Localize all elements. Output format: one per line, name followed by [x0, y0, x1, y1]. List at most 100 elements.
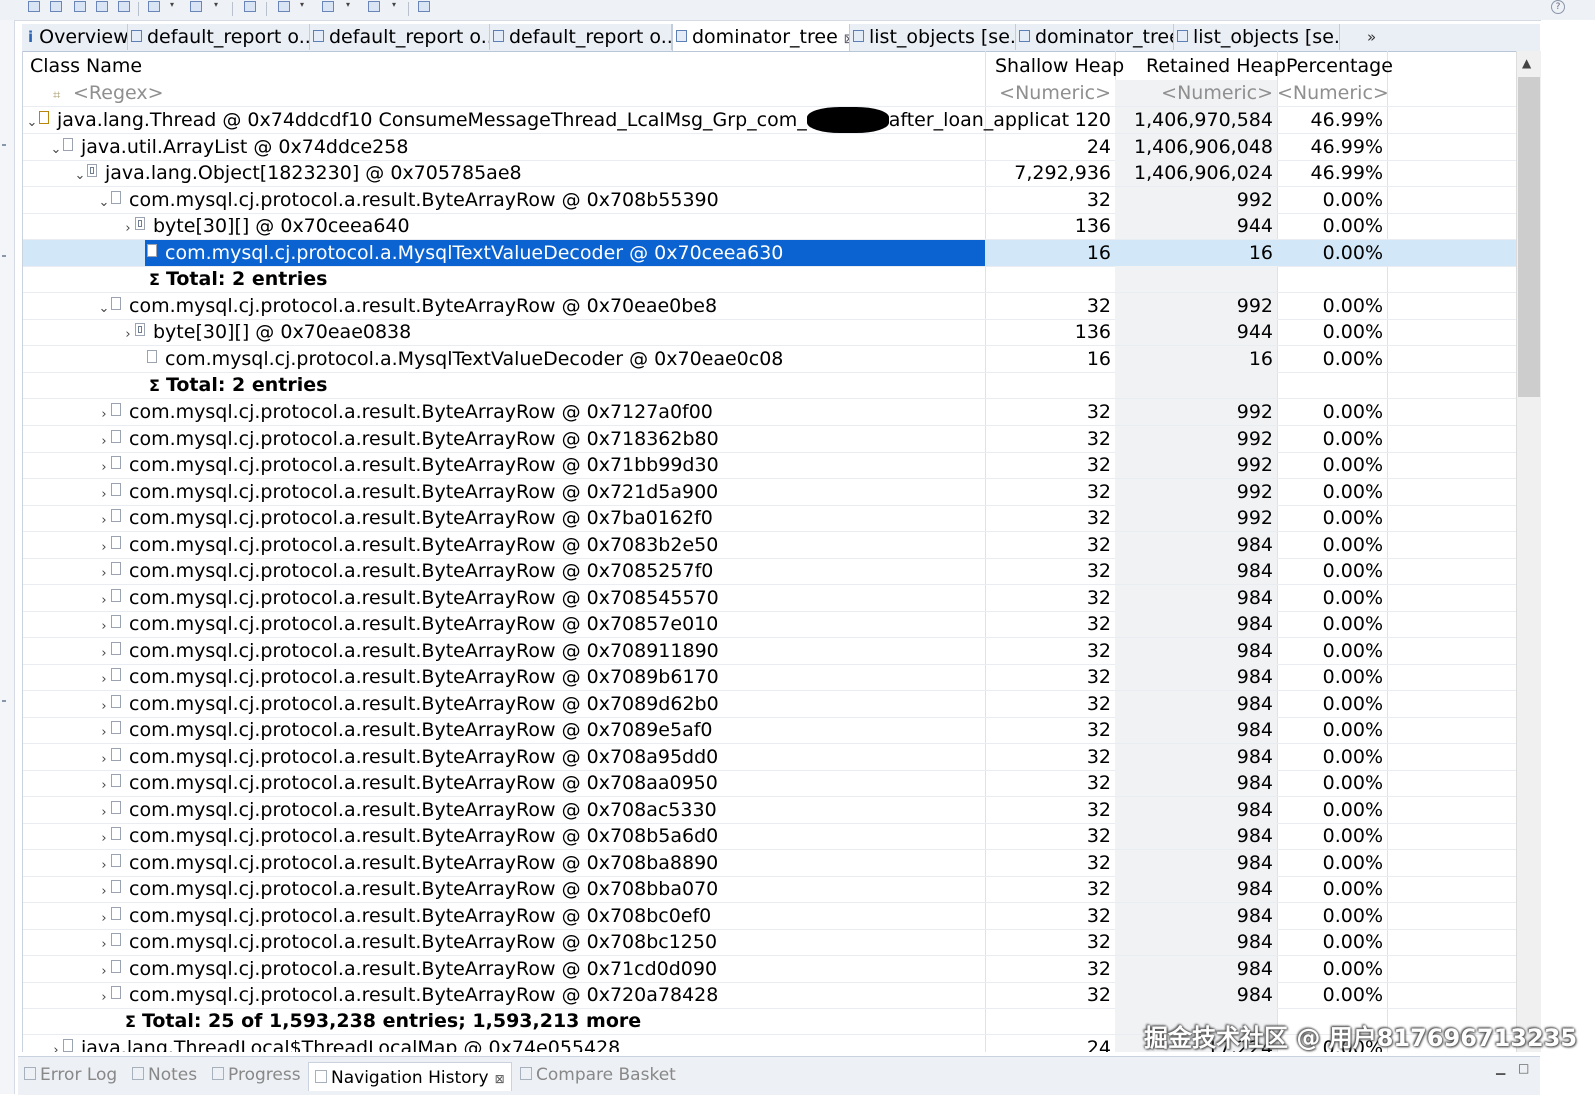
chevron-right-icon[interactable]: ›: [97, 641, 111, 664]
table-row[interactable]: › com.mysql.cj.protocol.a.result.ByteArra…: [23, 664, 1519, 691]
dominator-toolbar-icon[interactable]: [74, 1, 86, 12]
table-row[interactable]: › byte[30][] @ 0x70eae0838 136 944 0.00%: [23, 319, 1519, 346]
table-row[interactable]: ⌄ java.lang.Thread @ 0x74ddcdf10 ConsumeM…: [23, 107, 1519, 134]
table-row[interactable]: › com.mysql.cj.protocol.a.result.ByteArra…: [23, 717, 1519, 744]
tab-compare-basket[interactable]: Compare Basket: [520, 1065, 676, 1085]
table-row[interactable]: › com.mysql.cj.protocol.a.result.ByteArra…: [23, 982, 1519, 1009]
report-toolbar-icon[interactable]: [148, 1, 160, 12]
chevron-right-icon[interactable]: ›: [49, 1038, 63, 1052]
vertical-scrollbar[interactable]: ▲: [1516, 51, 1541, 1052]
chevron-right-icon[interactable]: ›: [97, 588, 111, 611]
chevron-right-icon[interactable]: ›: [97, 932, 111, 955]
tab-default-report-3[interactable]: default_report o...: [490, 24, 672, 50]
scrollbar-thumb[interactable]: [1518, 77, 1540, 397]
more-tabs-icon[interactable]: »: [1367, 24, 1376, 50]
chevron-right-icon[interactable]: ›: [97, 508, 111, 531]
tab-list-objects-2[interactable]: list_objects [se...: [1174, 24, 1340, 50]
chevron-right-icon[interactable]: ›: [97, 906, 111, 929]
chevron-right-icon[interactable]: ›: [97, 879, 111, 902]
table-row[interactable]: › com.mysql.cj.protocol.a.result.ByteArra…: [23, 903, 1519, 930]
tab-error-log[interactable]: Error Log: [24, 1065, 117, 1085]
tab-dominator-tree-active[interactable]: dominator_tree⊠: [672, 24, 850, 51]
table-row[interactable]: › com.mysql.cj.protocol.a.result.ByteArra…: [23, 876, 1519, 903]
header-retained-heap[interactable]: Retained Heap: [1146, 51, 1286, 79]
header-class-name[interactable]: Class Name: [30, 51, 142, 79]
shallow-filter-input[interactable]: <Numeric>: [985, 80, 1115, 106]
tab-default-report-1[interactable]: default_report o...: [128, 24, 310, 50]
table-row[interactable]: › com.mysql.cj.protocol.a.result.ByteArra…: [23, 452, 1519, 479]
calculate-toolbar-icon[interactable]: [322, 1, 334, 12]
tab-notes[interactable]: Notes: [132, 1065, 197, 1085]
chevron-right-icon[interactable]: ›: [97, 694, 111, 717]
dropdown-arrow-icon[interactable]: ▾: [346, 0, 350, 9]
chevron-right-icon[interactable]: ›: [97, 747, 111, 770]
table-row[interactable]: › com.mysql.cj.protocol.a.result.ByteArra…: [23, 558, 1519, 585]
dropdown-arrow-icon[interactable]: ▾: [170, 0, 174, 9]
table-row[interactable]: ⌄ com.mysql.cj.protocol.a.result.ByteArra…: [23, 187, 1519, 214]
search-toolbar-icon[interactable]: [244, 1, 256, 12]
chevron-right-icon[interactable]: ›: [97, 429, 111, 452]
maximize-icon[interactable]: □: [1518, 1061, 1529, 1075]
chevron-down-icon[interactable]: ⌄: [25, 110, 39, 133]
export-toolbar-icon[interactable]: [368, 1, 380, 12]
table-row-total[interactable]: Σ Total: 2 entries: [23, 372, 1519, 399]
chevron-right-icon[interactable]: ›: [97, 853, 111, 876]
chevron-right-icon[interactable]: ›: [97, 535, 111, 558]
table-row[interactable]: › com.mysql.cj.protocol.a.result.ByteArra…: [23, 585, 1519, 612]
table-row[interactable]: ⌄ java.lang.Object[1823230] @ 0x705785ae8…: [23, 160, 1519, 187]
table-row[interactable]: › com.mysql.cj.protocol.a.result.ByteArra…: [23, 611, 1519, 638]
chevron-right-icon[interactable]: ›: [97, 773, 111, 796]
table-row[interactable]: › com.mysql.cj.protocol.a.result.ByteArra…: [23, 479, 1519, 506]
regex-filter-input[interactable]: ⌗ <Regex>: [53, 80, 164, 106]
table-row[interactable]: › com.mysql.cj.protocol.a.result.ByteArra…: [23, 770, 1519, 797]
tab-list-objects-1[interactable]: list_objects [se...: [850, 24, 1016, 50]
histogram-toolbar-icon[interactable]: [50, 1, 62, 12]
table-row[interactable]: › com.mysql.cj.protocol.a.result.ByteArra…: [23, 691, 1519, 718]
chevron-right-icon[interactable]: ›: [121, 216, 135, 239]
percentage-filter-input[interactable]: <Numeric>: [1277, 80, 1389, 106]
tab-dominator-tree-2[interactable]: dominator_tree: [1016, 24, 1174, 50]
table-row[interactable]: ⌄ com.mysql.cj.protocol.a.result.ByteArra…: [23, 293, 1519, 320]
table-row[interactable]: › com.mysql.cj.protocol.a.result.ByteArra…: [23, 929, 1519, 956]
chevron-right-icon[interactable]: ›: [97, 720, 111, 743]
dropdown-arrow-icon[interactable]: ▾: [300, 0, 304, 9]
header-shallow-heap[interactable]: Shallow Heap: [995, 51, 1124, 79]
table-row-selected[interactable]: com.mysql.cj.protocol.a.MysqlTextValueDe…: [23, 240, 1519, 267]
chevron-down-icon[interactable]: ⌄: [97, 296, 111, 319]
tab-progress[interactable]: Progress: [212, 1065, 301, 1085]
group-toolbar-icon[interactable]: [278, 1, 290, 12]
dropdown-arrow-icon[interactable]: ▾: [392, 0, 396, 9]
chevron-right-icon[interactable]: ›: [97, 482, 111, 505]
chevron-right-icon[interactable]: ›: [97, 959, 111, 982]
scroll-up-icon[interactable]: ▲: [1522, 56, 1531, 70]
table-row[interactable]: › com.mysql.cj.protocol.a.result.ByteArra…: [23, 797, 1519, 824]
table-row[interactable]: › byte[30][] @ 0x70ceea640 136 944 0.00%: [23, 213, 1519, 240]
chevron-right-icon[interactable]: ›: [97, 561, 111, 584]
table-row[interactable]: › com.mysql.cj.protocol.a.result.ByteArra…: [23, 399, 1519, 426]
tab-overview[interactable]: i Overview: [22, 24, 128, 50]
chevron-right-icon[interactable]: ›: [97, 985, 111, 1008]
chevron-right-icon[interactable]: ›: [97, 667, 111, 690]
table-row[interactable]: com.mysql.cj.protocol.a.MysqlTextValueDe…: [23, 346, 1519, 373]
table-row[interactable]: › com.mysql.cj.protocol.a.result.ByteArra…: [23, 638, 1519, 665]
retained-filter-input[interactable]: <Numeric>: [1115, 80, 1277, 106]
table-row[interactable]: › com.mysql.cj.protocol.a.result.ByteArra…: [23, 956, 1519, 983]
sql-toolbar-icon[interactable]: [96, 1, 108, 12]
pin-toolbar-icon[interactable]: [418, 1, 430, 12]
table-row[interactable]: › com.mysql.cj.protocol.a.result.ByteArra…: [23, 823, 1519, 850]
chevron-down-icon[interactable]: ⌄: [49, 137, 63, 160]
chevron-right-icon[interactable]: ›: [97, 826, 111, 849]
table-row[interactable]: ⌄ java.util.ArrayList @ 0x74ddce258 24 1,…: [23, 134, 1519, 161]
chevron-right-icon[interactable]: ›: [97, 800, 111, 823]
table-row-total[interactable]: Σ Total: 2 entries: [23, 266, 1519, 293]
info-toolbar-icon[interactable]: [28, 1, 40, 12]
table-row[interactable]: › com.mysql.cj.protocol.a.result.ByteArra…: [23, 744, 1519, 771]
table-row[interactable]: › com.mysql.cj.protocol.a.result.ByteArra…: [23, 426, 1519, 453]
chevron-right-icon[interactable]: ›: [97, 455, 111, 478]
gear-toolbar-icon[interactable]: [118, 1, 130, 12]
table-row[interactable]: › com.mysql.cj.protocol.a.result.ByteArra…: [23, 850, 1519, 877]
close-tab-icon[interactable]: ⊠: [495, 1072, 505, 1086]
help-icon[interactable]: ?: [1551, 0, 1565, 14]
chevron-right-icon[interactable]: ›: [97, 614, 111, 637]
query-toolbar-icon[interactable]: [190, 1, 202, 12]
